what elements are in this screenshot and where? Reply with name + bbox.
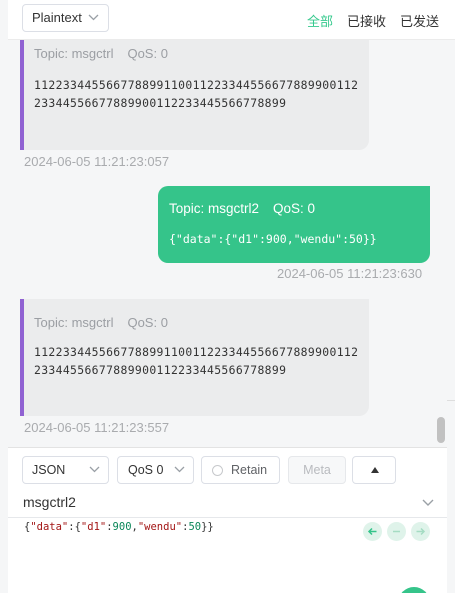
divider [8,517,447,518]
message-payload: {"data":{"d1":900,"wendu":50}} [169,232,377,246]
topic-input[interactable]: msgctrl2 [23,494,76,510]
message-list[interactable]: Topic: msgctrl QoS: 0 1122334455667788991… [8,40,440,446]
payload-token: 50 [188,521,202,533]
filter-tab-all[interactable]: 全部 [307,11,333,30]
message-filter-tabs: 全部 已接收 已发送 [307,11,439,30]
sent-message: Topic: msgctrl2 QoS: 0 {"data":{"d1":900,… [158,186,430,263]
payload-token: 900 [112,521,132,533]
message-payload: 1122334455667788991100112233445566778899… [34,345,359,377]
format-select-value: Plaintext [32,10,82,25]
arrow-right-icon [416,527,426,536]
meta-label: Meta [303,463,331,477]
payload-token: "d1" [80,521,107,533]
chevron-down-icon[interactable] [422,499,434,507]
minus-icon [393,530,400,533]
chevron-down-icon [174,466,185,473]
message-meta: Topic: msgctrl2 QoS: 0 [169,200,430,218]
message-timestamp: 2024-06-05 11:21:23:057 [24,154,170,169]
payload-token: "data" [30,521,69,533]
filter-tab-sent[interactable]: 已发送 [400,11,439,30]
caret-up-icon [371,467,379,473]
chevron-down-icon [89,466,100,473]
arrow-left-icon [367,527,377,536]
payload-editor[interactable]: {"data":{"d1":900,"wendu":50}} [24,521,214,533]
history-forward-button[interactable] [411,522,430,541]
publish-composer: JSON QoS 0 Retain Meta msgctrl2 {"data":… [8,447,447,593]
meta-button[interactable]: Meta [288,456,346,484]
message-payload: 1122334455667788991100112233445566778899… [34,78,359,110]
message-timestamp: 2024-06-05 11:21:23:557 [24,420,170,435]
history-back-button[interactable] [363,522,382,541]
divider [447,400,455,401]
message-topic: Topic: msgctrl [34,315,114,330]
message-qos: QoS: 0 [127,315,168,330]
chevron-down-icon [88,14,99,21]
collapse-button[interactable] [352,456,396,484]
payload-token: }} [201,521,214,533]
message-timestamp: 2024-06-05 11:21:23:630 [277,266,423,281]
payload-format-select[interactable]: Plaintext [22,4,109,32]
qos-select-value: QoS 0 [128,463,164,477]
top-toolbar: Plaintext 全部 已接收 已发送 [8,0,455,40]
message-list-scrollbar[interactable] [437,417,445,443]
payload-type-select[interactable]: JSON [22,456,109,484]
payload-token: "wendu" [137,521,183,533]
received-message: Topic: msgctrl QoS: 0 1122334455667788991… [20,40,369,150]
qos-select[interactable]: QoS 0 [117,456,194,484]
radio-icon [212,465,223,476]
filter-tab-received[interactable]: 已接收 [347,11,386,30]
history-clear-button[interactable] [387,522,406,541]
received-message: Topic: msgctrl QoS: 0 1122334455667788991… [20,299,369,416]
message-meta: Topic: msgctrl QoS: 0 [34,44,369,64]
payload-type-value: JSON [32,463,66,477]
retain-toggle[interactable]: Retain [201,456,280,484]
message-qos: QoS: 0 [127,46,168,61]
message-topic: Topic: msgctrl2 [169,201,260,216]
message-qos: QoS: 0 [273,201,316,216]
retain-label: Retain [231,463,268,477]
message-meta: Topic: msgctrl QoS: 0 [34,313,369,333]
message-topic: Topic: msgctrl [34,46,114,61]
